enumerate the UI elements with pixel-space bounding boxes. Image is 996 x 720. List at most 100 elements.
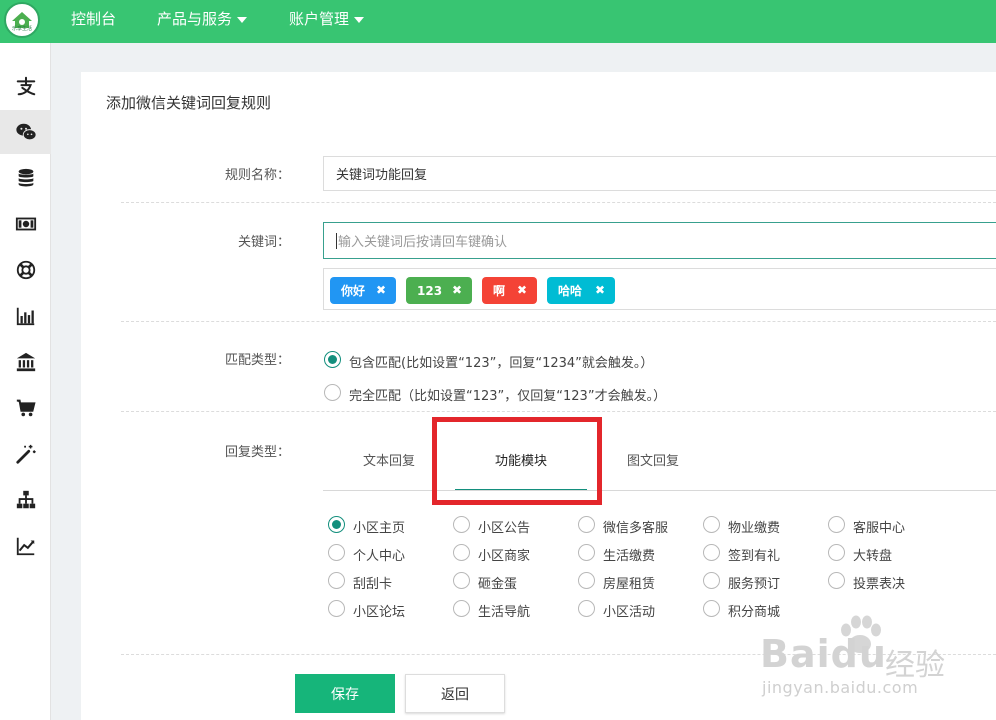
back-button[interactable]: 返回 (405, 674, 505, 713)
rule-name-value: 关键词功能回复 (336, 168, 428, 183)
nav-account-label: 账户管理 (289, 10, 350, 28)
module-radio[interactable] (703, 600, 720, 617)
module-label: 物业缴费 (728, 521, 781, 536)
module-radio[interactable] (328, 600, 345, 617)
keyword-input[interactable]: 输入关键词后按请回车键确认 (323, 222, 996, 259)
tab-news-reply-label: 图文回复 (626, 454, 679, 469)
keyword-tag-text: 你好 (341, 284, 366, 298)
text-cursor (336, 232, 337, 249)
nav-products[interactable]: 产品与服务 (157, 0, 248, 43)
match-type-label: 匹配类型： (224, 353, 290, 368)
sidebar (0, 43, 51, 720)
save-button[interactable]: 保存 (295, 674, 395, 713)
module-label: 大转盘 (853, 549, 893, 564)
sidebar-item-cart[interactable] (0, 386, 51, 430)
bank-icon (16, 352, 35, 372)
sidebar-item-stats[interactable] (0, 294, 51, 338)
sidebar-item-database[interactable] (0, 156, 51, 200)
line-chart-icon (16, 537, 34, 556)
match-contains-text: 包含匹配(比如设置“123”，回复“1234”就会触发。） (349, 356, 654, 371)
module-radio[interactable] (578, 572, 595, 589)
caret-down-icon (237, 16, 248, 23)
magic-wand-icon (15, 444, 36, 464)
module-label: 生活缴费 (603, 549, 656, 564)
module-label: 投票表决 (853, 577, 906, 592)
sidebar-item-magic[interactable] (0, 432, 51, 476)
database-icon (18, 168, 33, 187)
sidebar-item-wechat[interactable] (0, 110, 51, 154)
watermark: Baidu 经验 jingyan.baidu.com (760, 612, 996, 720)
module-label: 服务预订 (728, 577, 781, 592)
lifebuoy-icon (16, 260, 35, 280)
match-contains-radio[interactable] (324, 351, 341, 368)
rule-name-label: 规则名称： (224, 168, 290, 183)
keyword-placeholder: 输入关键词后按请回车键确认 (338, 235, 508, 250)
module-label: 生活导航 (478, 605, 531, 620)
money-icon (15, 217, 36, 231)
module-radio[interactable] (453, 544, 470, 561)
keyword-label: 关键词： (237, 235, 290, 250)
module-label: 客服中心 (853, 521, 906, 536)
match-exact-radio[interactable] (324, 384, 341, 401)
sidebar-item-support[interactable] (0, 248, 51, 292)
tab-text-reply-label: 文本回复 (362, 454, 415, 469)
keyword-tag: 哈哈 ✖ (547, 277, 615, 304)
remove-tag-icon[interactable]: ✖ (595, 283, 605, 297)
module-label: 签到有礼 (728, 549, 781, 564)
sidebar-item-money[interactable] (0, 202, 51, 246)
watermark-brand: Baidu (760, 632, 887, 676)
module-radio[interactable] (828, 544, 845, 561)
highlight-box (432, 417, 602, 505)
remove-tag-icon[interactable]: ✖ (376, 283, 386, 297)
logo[interactable]: 乐享生活 (4, 2, 40, 38)
watermark-url: jingyan.baidu.com (762, 678, 919, 697)
module-radio[interactable] (453, 600, 470, 617)
module-radio[interactable] (578, 516, 595, 533)
page-title: 添加微信关键词回复规则 (106, 94, 272, 112)
module-label: 砸金蛋 (478, 577, 518, 592)
remove-tag-icon[interactable]: ✖ (517, 283, 527, 297)
remove-tag-icon[interactable]: ✖ (452, 283, 462, 297)
sidebar-item-bank[interactable] (0, 340, 51, 384)
sidebar-item-trend[interactable] (0, 524, 51, 568)
nav-account[interactable]: 账户管理 (289, 0, 365, 43)
module-label: 小区活动 (603, 605, 656, 620)
divider (121, 411, 996, 412)
module-radio[interactable] (828, 516, 845, 533)
module-radio[interactable] (703, 544, 720, 561)
module-radio[interactable] (328, 544, 345, 561)
module-radio[interactable] (453, 572, 470, 589)
back-button-label: 返回 (441, 686, 469, 703)
module-radio[interactable] (328, 516, 345, 533)
module-radio[interactable] (828, 572, 845, 589)
module-radio[interactable] (703, 572, 720, 589)
bar-chart-icon (16, 307, 34, 326)
module-radio[interactable] (578, 600, 595, 617)
nav-products-label: 产品与服务 (157, 10, 233, 28)
module-label: 微信多客服 (603, 521, 669, 536)
module-radio[interactable] (703, 516, 720, 533)
module-label: 小区公告 (478, 521, 531, 536)
module-radio[interactable] (453, 516, 470, 533)
keyword-tag-text: 123 (417, 283, 443, 298)
module-radio[interactable] (328, 572, 345, 589)
reply-type-label: 回复类型： (224, 445, 290, 460)
module-label: 小区商家 (478, 549, 531, 564)
sitemap-icon (16, 490, 35, 509)
module-label: 房屋租赁 (603, 577, 656, 592)
cart-icon (16, 399, 36, 417)
module-label: 刮刮卡 (353, 577, 393, 592)
tab-underline (323, 490, 996, 491)
nav-console[interactable]: 控制台 (71, 0, 116, 43)
module-label: 个人中心 (353, 549, 406, 564)
sidebar-item-alipay[interactable] (0, 64, 51, 108)
sidebar-item-org[interactable] (0, 478, 51, 522)
wechat-icon (15, 123, 37, 141)
rule-name-input[interactable]: 关键词功能回复 (323, 156, 996, 191)
keyword-tag: 123 ✖ (406, 277, 472, 304)
logo-text: 乐享生活 (11, 26, 32, 32)
module-radio[interactable] (578, 544, 595, 561)
keyword-tag: 你好 ✖ (330, 277, 396, 304)
alipay-icon (16, 76, 35, 96)
tab-news-reply[interactable]: 图文回复 (587, 445, 719, 491)
